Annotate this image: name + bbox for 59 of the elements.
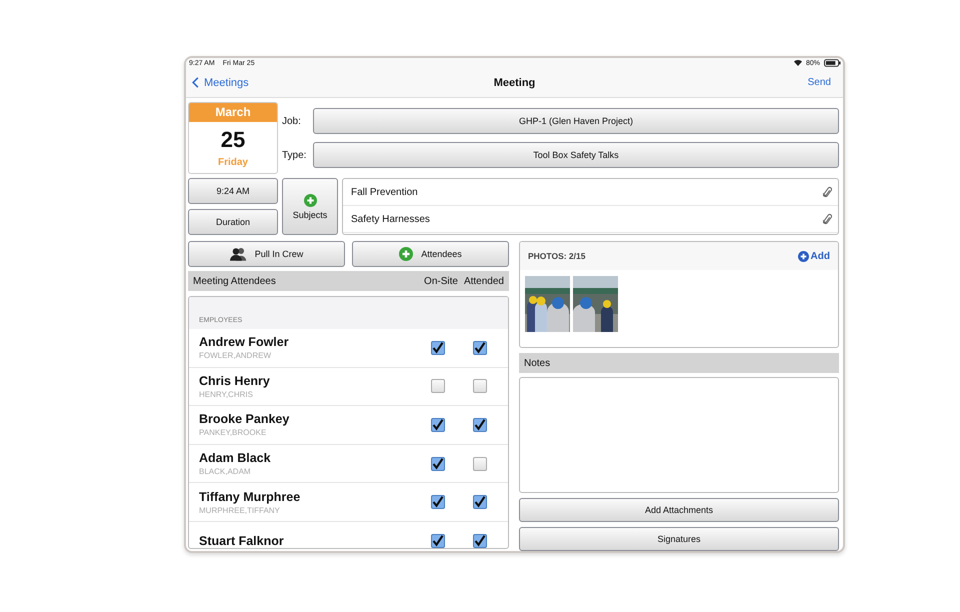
attended-checkbox[interactable] [473, 418, 487, 432]
wifi-icon [794, 60, 802, 66]
attended-checkbox[interactable] [473, 340, 487, 355]
chevron-left-icon [192, 77, 199, 88]
add-photo-link[interactable]: Add [798, 250, 830, 262]
column-heading: On-Site [424, 276, 458, 286]
date-card[interactable]: March 25 Friday [188, 102, 278, 174]
action-button[interactable]: Add Attachments [519, 498, 839, 522]
plus-circle-icon [399, 247, 414, 261]
attended-checkbox[interactable] [473, 379, 487, 394]
field-label: Type: [282, 150, 308, 160]
subject-item[interactable]: Fall Prevention [343, 179, 838, 206]
on-site-checkbox[interactable] [431, 379, 445, 394]
attendee-name: Stuart Falknor [199, 534, 285, 548]
paperclip-icon [823, 213, 832, 225]
pull-in-crew-button[interactable]: Pull In Crew [188, 241, 345, 267]
attendee-username: HENRY,CHRIS [199, 390, 254, 399]
on-site-checkbox[interactable] [431, 495, 445, 510]
subjects-button[interactable]: Subjects [282, 178, 338, 235]
column-heading: Attended [464, 276, 504, 286]
attendee-username: MURPHREE,TIFFANY [199, 506, 281, 515]
paperclip-icon [823, 186, 832, 198]
calendar-day: 25 [220, 127, 246, 153]
attendee-name: Tiffany Murphree [199, 490, 302, 504]
picker-button[interactable]: GHP-1 (Glen Haven Project) [313, 108, 839, 134]
on-site-checkbox[interactable] [431, 534, 445, 548]
screen-title: Meeting [494, 76, 536, 89]
attendee-name: Brooke Pankey [199, 412, 290, 426]
attended-checkbox[interactable] [473, 495, 487, 510]
send-link[interactable]: Send [808, 77, 831, 88]
plus-circle-icon [304, 194, 316, 206]
on-site-checkbox[interactable] [431, 418, 445, 432]
notes-field[interactable] [519, 377, 839, 493]
action-button[interactable]: Signatures [519, 527, 839, 551]
calendar-weekday: Friday [218, 157, 248, 168]
attended-checkbox[interactable] [473, 456, 487, 471]
attendee-username: BLACK,ADAM [199, 467, 252, 476]
header-title: Meeting Attendees [193, 276, 277, 286]
attendee-name: Adam Black [199, 451, 272, 466]
battery-icon [824, 59, 841, 68]
people-icon [230, 247, 247, 261]
field-label: Job: [282, 116, 302, 126]
attendees-button[interactable]: Attendees [352, 241, 509, 267]
calendar-month: March [189, 103, 277, 122]
time-button[interactable]: 9:24 AM [188, 178, 278, 204]
on-site-checkbox[interactable] [431, 456, 445, 471]
attendee-username: FOWLER,ANDREW [199, 351, 272, 360]
attended-checkbox[interactable] [473, 534, 487, 548]
subject-item[interactable]: Safety Harnesses [343, 206, 838, 233]
attendee-username: PANKEY,BROOKE [199, 428, 268, 438]
attendee-name: Chris Henry [199, 374, 271, 388]
notes-title: Notes [524, 358, 550, 368]
on-site-checkbox[interactable] [431, 340, 445, 355]
plus-circle-icon [798, 250, 809, 262]
duration-button[interactable]: Duration [188, 209, 278, 235]
attendee-name: Andrew Fowler [199, 335, 290, 350]
photos-count: PHOTOS: 2/15 [528, 251, 586, 261]
back-link[interactable]: Meetings [192, 76, 249, 89]
picker-button[interactable]: Tool Box Safety Talks [313, 142, 839, 168]
